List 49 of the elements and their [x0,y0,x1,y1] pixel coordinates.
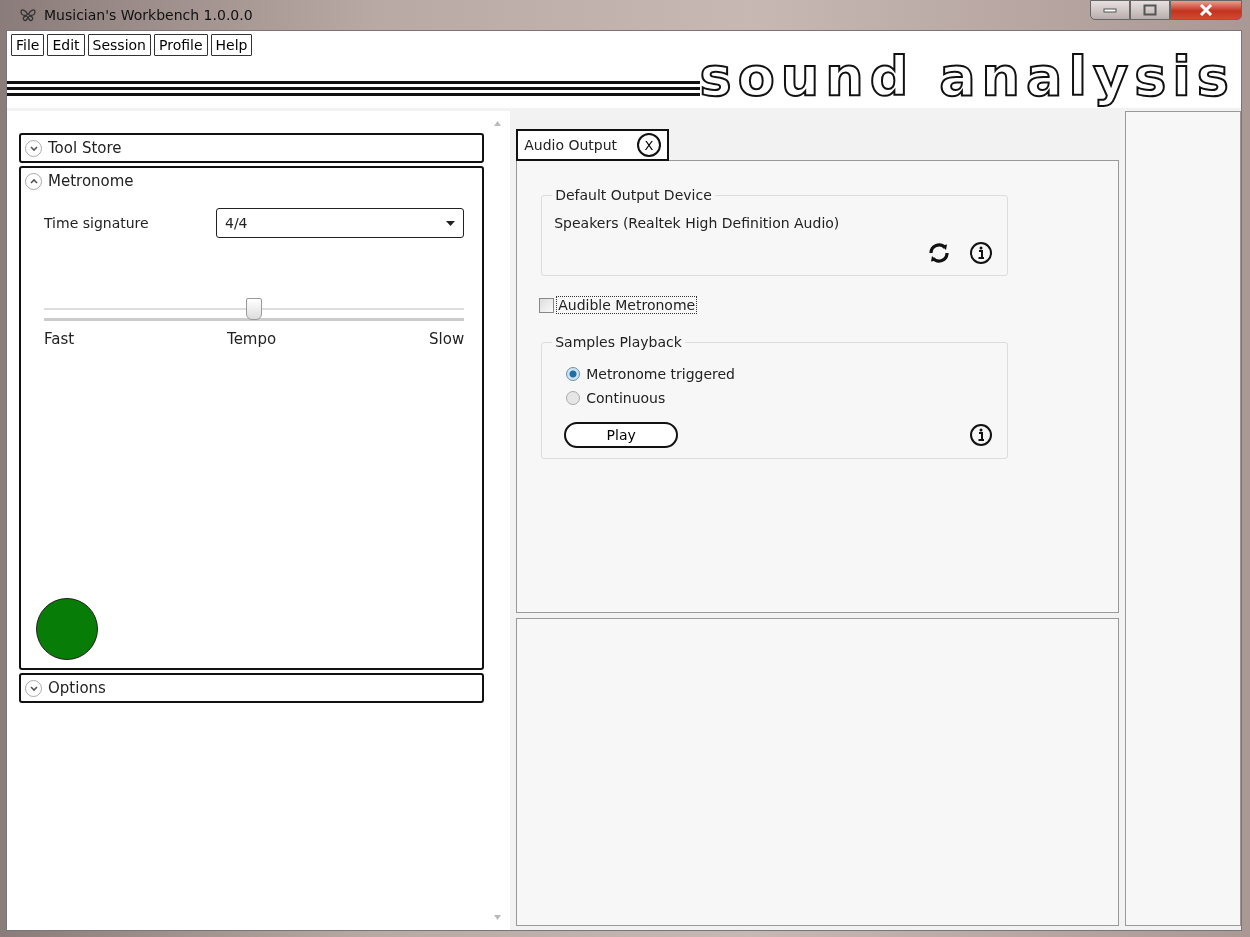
chevron-down-icon [28,144,39,152]
slider-label: Fast [44,330,75,348]
logo-text: sound analysis [699,50,1236,108]
scroll-up-icon[interactable] [493,121,501,126]
group-title: Samples Playback [554,334,683,350]
time-signature-label: Time signature [44,215,150,231]
radio-button[interactable] [566,367,581,381]
tempo-slider[interactable] [44,296,465,324]
info-icon[interactable] [969,241,994,265]
section-title[interactable]: Tool Store [48,139,122,157]
radio-option[interactable]: Metronome triggered [566,366,994,382]
menu-item[interactable]: Profile [154,34,208,56]
device-name: Speakers (Realtek High Definition Audio) [554,215,841,231]
slider-thumb[interactable] [246,298,263,320]
info-icon[interactable] [969,423,994,447]
section-title[interactable]: Metronome [48,172,134,190]
group-title: Default Output Device [554,187,713,203]
minimize-button[interactable] [1090,0,1130,20]
menu-item[interactable]: Session [87,34,151,56]
caret-icon [446,220,456,226]
time-signature-dropdown[interactable]: 4/4 [216,208,465,238]
slider-label: Slow [429,330,465,348]
expand-toggle[interactable] [25,172,42,190]
section-title[interactable]: Options [48,679,106,697]
chevron-down-icon [28,684,39,692]
checkbox[interactable] [539,297,555,313]
radio-option[interactable]: Continuous [566,390,994,406]
close-icon [1199,4,1213,16]
scroll-down-icon[interactable] [493,915,501,920]
audible-metronome-checkbox[interactable]: Audible Metronome [539,296,1009,314]
play-button[interactable]: Play [564,422,679,448]
window-title: Musician's Workbench 1.0.0.0 [44,7,253,23]
maximize-icon [1143,4,1157,16]
refresh-icon[interactable] [927,241,952,265]
butterfly-icon [20,8,36,22]
close-button[interactable] [1170,0,1242,20]
close-tab-button[interactable]: X [637,133,662,157]
minimize-icon [1103,7,1117,13]
expand-toggle[interactable] [25,139,42,157]
menu-item[interactable]: Help [210,34,253,56]
expand-toggle[interactable] [25,679,42,697]
maximize-button[interactable] [1130,0,1170,20]
slider-label: Tempo [227,330,277,348]
menu-item[interactable]: File [11,34,45,56]
tab[interactable]: Audio Output X [516,129,670,161]
menu-item[interactable]: Edit [47,34,85,56]
scrollbar[interactable] [484,111,511,930]
radio-button[interactable] [566,391,581,405]
chevron-up-icon [28,177,39,185]
